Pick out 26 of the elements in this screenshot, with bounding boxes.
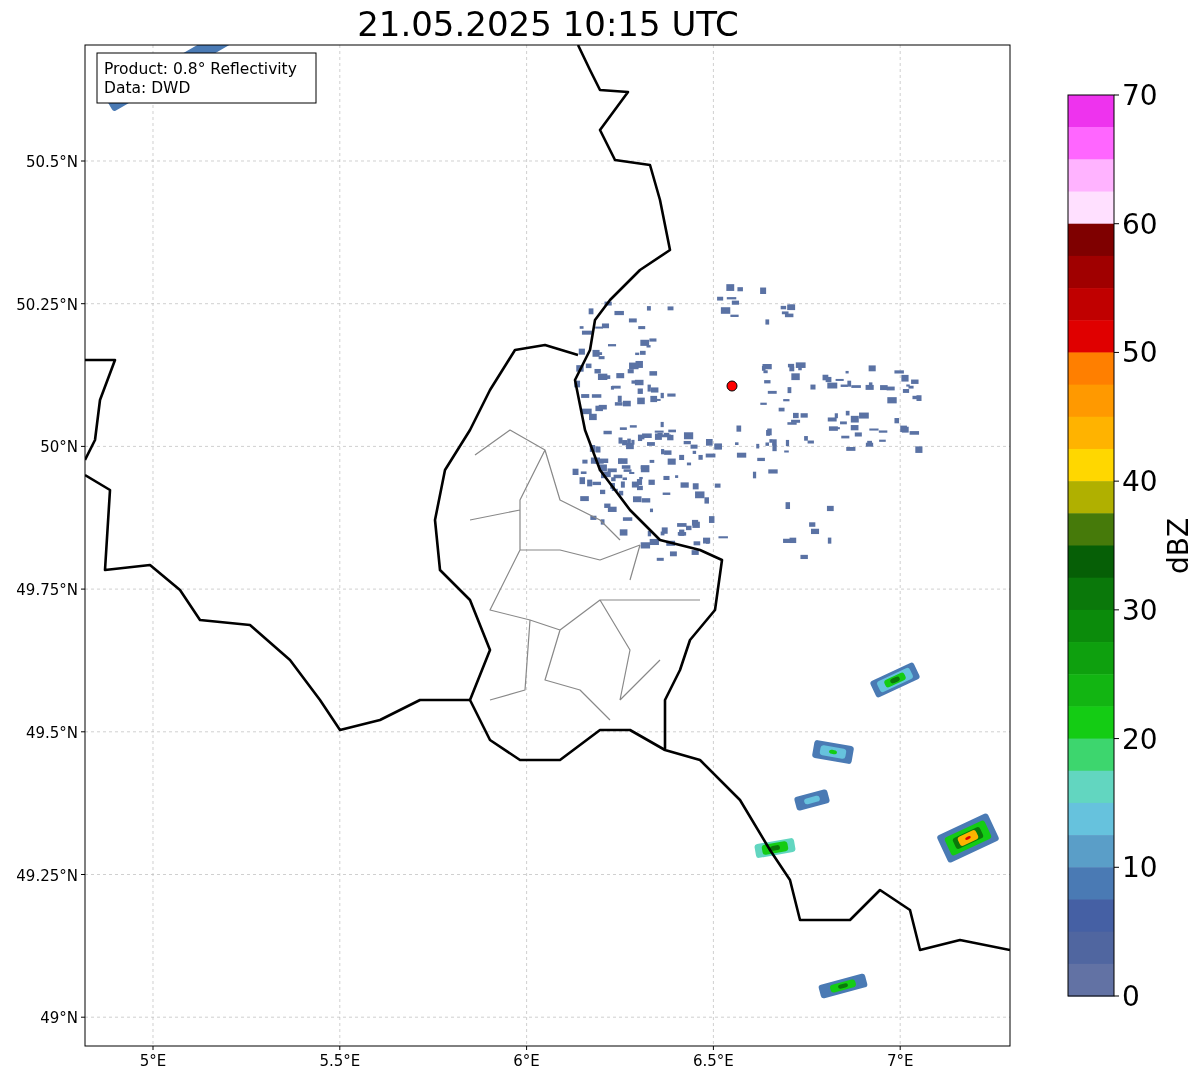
latitude-label: 49.75°N: [16, 581, 78, 600]
radar-site-marker: [726, 380, 738, 392]
latitude-label: 50.5°N: [25, 153, 78, 171]
longitude-label: 7°E: [886, 1052, 914, 1070]
colorbar-tick-label: 0: [1122, 980, 1140, 1013]
colorbar-tick-label: 40: [1122, 465, 1158, 499]
colorbar-tick-label: 10: [1122, 851, 1158, 885]
longitude-label: 5.5°E: [319, 1052, 361, 1070]
longitude-label: 6°E: [513, 1052, 540, 1070]
colorbar-tick-label: 30: [1122, 593, 1158, 627]
legend-text: Product: 0.8° Reflectivity: [104, 60, 297, 78]
latitude-label: 49°N: [40, 1009, 78, 1028]
colorbar-tick-label: 20: [1122, 722, 1158, 756]
longitude-label: 6.5°E: [693, 1052, 734, 1070]
latitude-label: 50.25°N: [16, 295, 78, 314]
latitude-label: 50°N: [40, 438, 78, 457]
colorbar-label: dBZ: [1162, 517, 1195, 575]
colorbar-tick-label: 70: [1122, 79, 1158, 112]
colorbar-tick-label: 50: [1122, 336, 1158, 370]
latitude-label: 49.5°N: [25, 723, 78, 742]
legend-text: Data: DWD: [104, 79, 191, 97]
storm-cell-drawing: [754, 837, 796, 859]
latitude-label: 49.25°N: [16, 866, 78, 885]
colorbar-tick-label: 60: [1122, 207, 1158, 241]
longitude-label: 5°E: [139, 1052, 167, 1070]
chart-title: 21.05.2025 10:15 UTC: [357, 4, 739, 44]
